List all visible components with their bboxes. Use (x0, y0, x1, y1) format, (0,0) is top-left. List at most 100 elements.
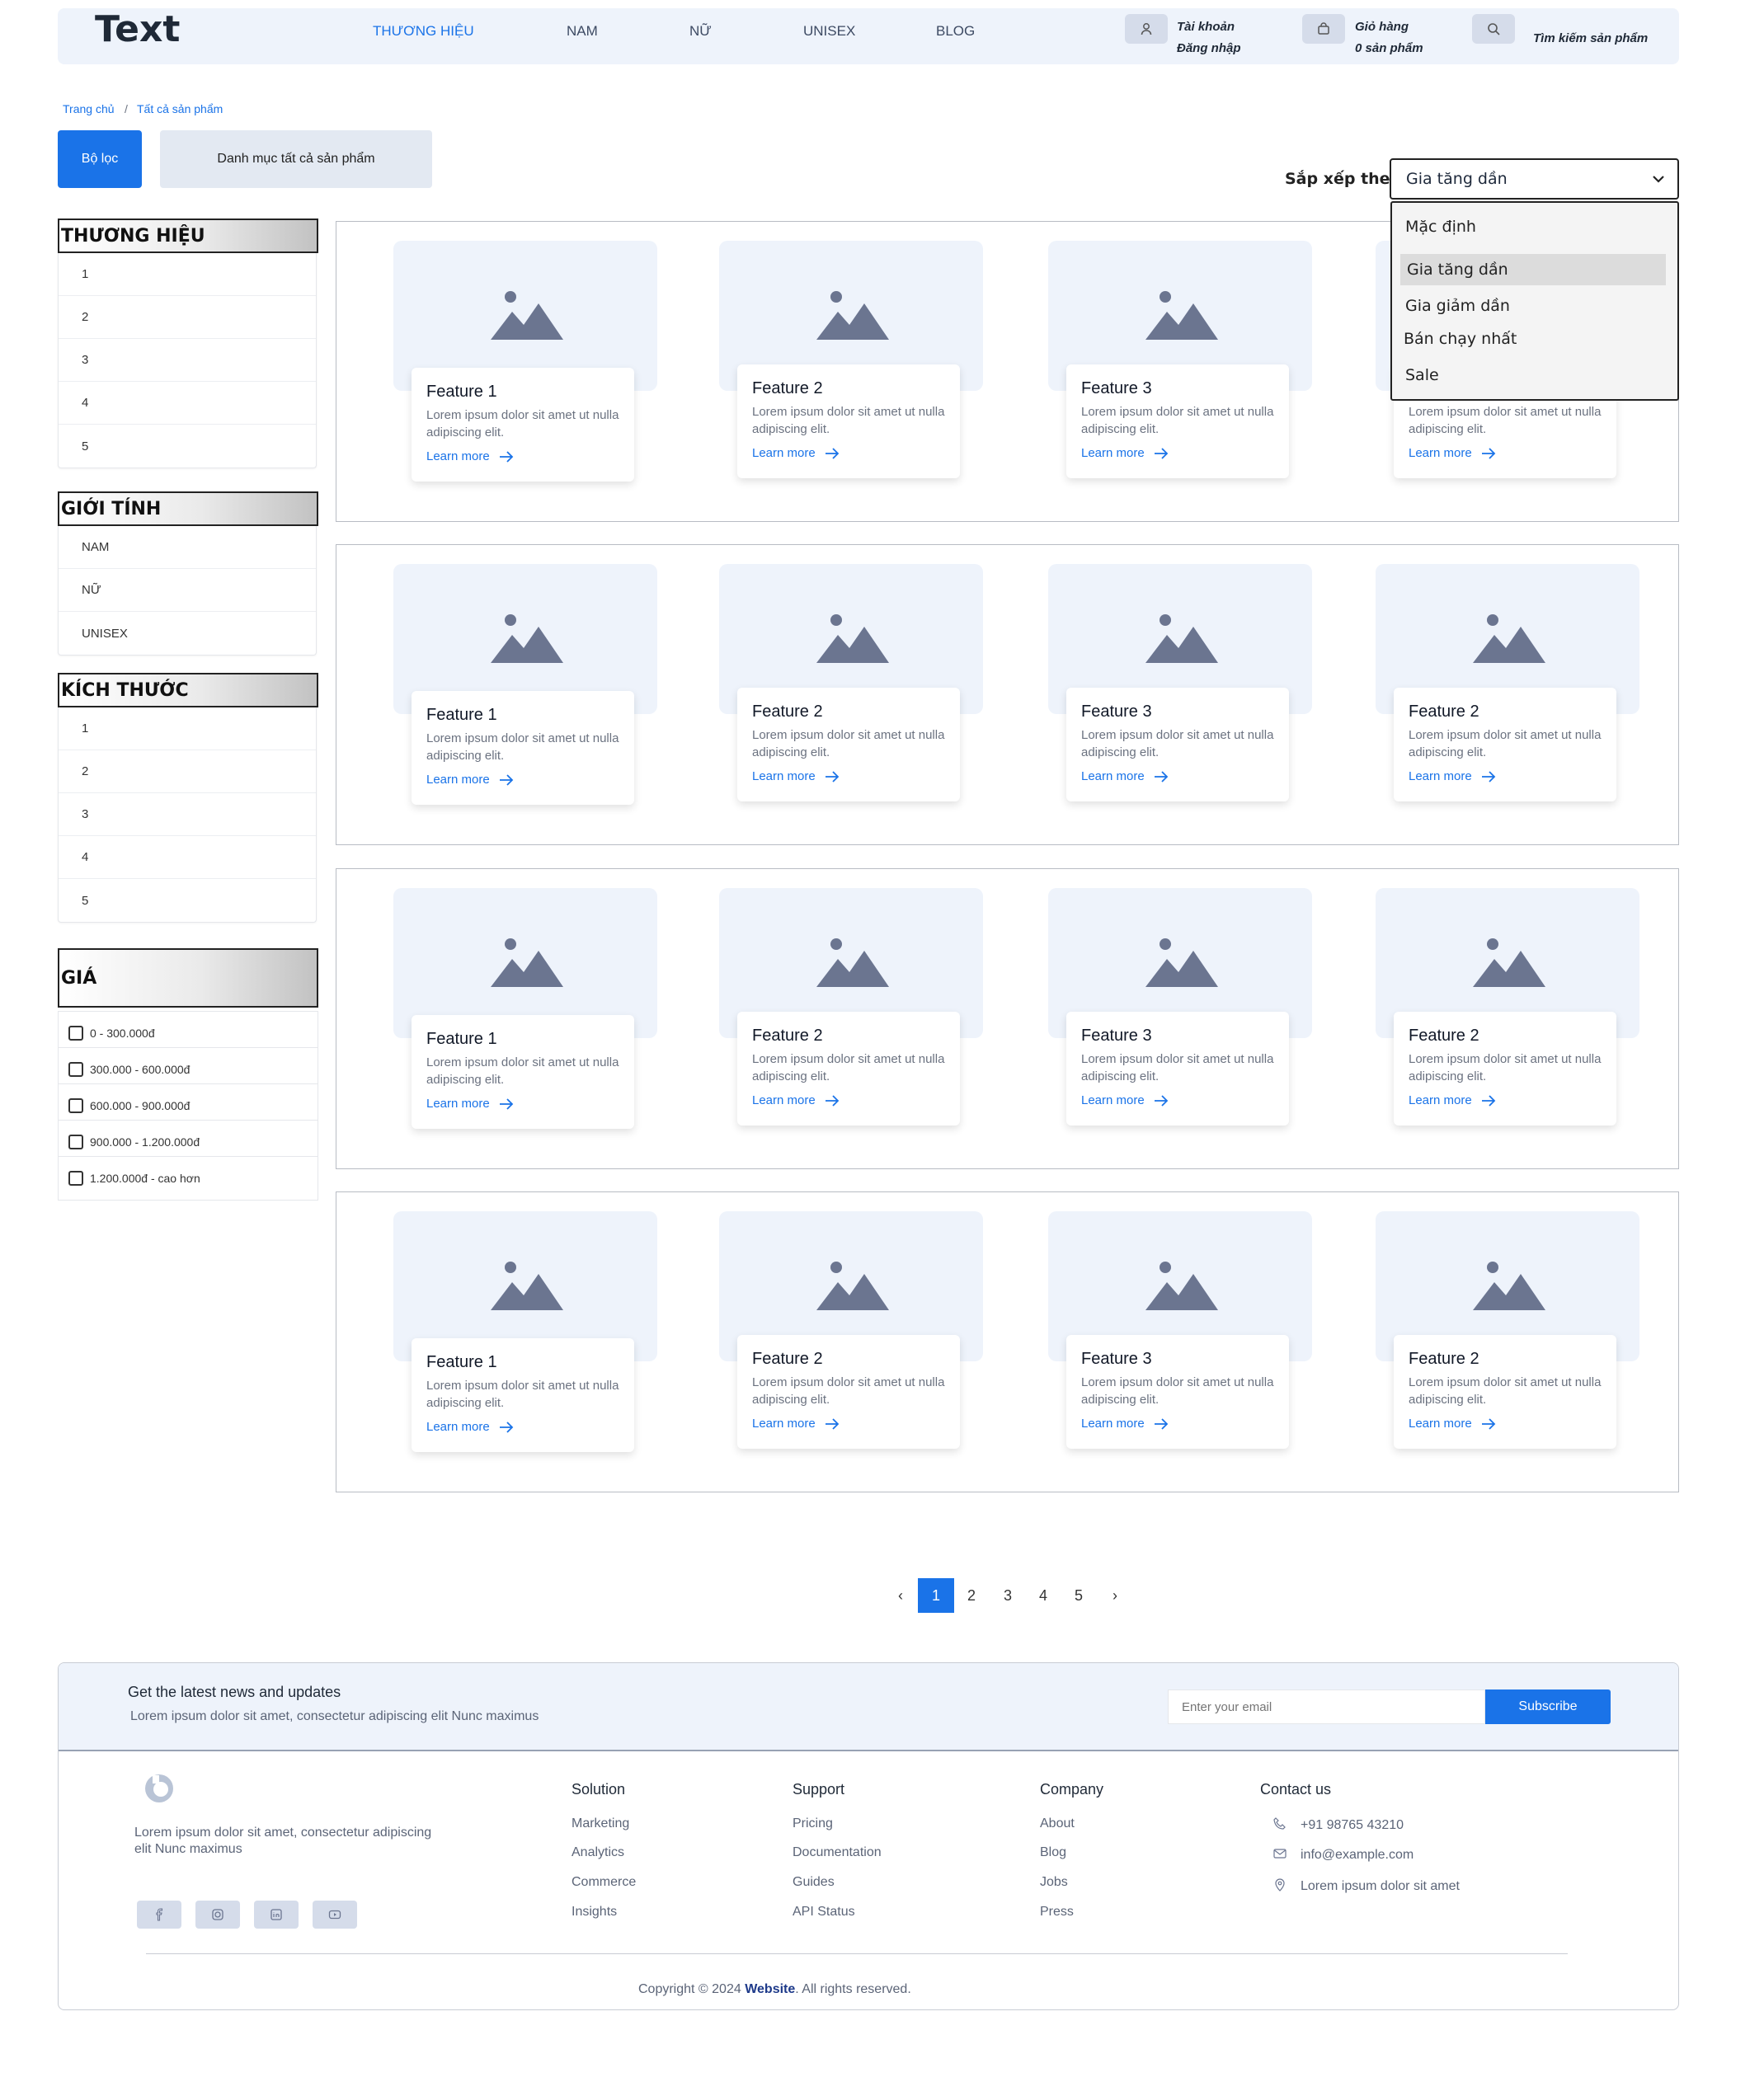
product-title[interactable]: Feature 3 (1081, 379, 1289, 398)
learn-more-link[interactable]: Learn more (1081, 769, 1289, 783)
size-filter-item[interactable]: 3 (59, 793, 316, 836)
brand-filter-item[interactable]: 3 (59, 339, 316, 382)
learn-more-link[interactable]: Learn more (426, 1097, 634, 1111)
price-checkbox[interactable] (68, 1062, 83, 1077)
learn-more-link[interactable]: Learn more (1409, 1093, 1616, 1107)
nav-women[interactable]: NỮ (689, 23, 712, 40)
account-text[interactable]: Tài khoản Đăng nhập (1177, 16, 1241, 59)
product-title[interactable]: Feature 2 (752, 703, 960, 721)
learn-more-link[interactable]: Learn more (1409, 1417, 1616, 1431)
brand-filter-item[interactable]: 4 (59, 382, 316, 425)
gender-filter-item[interactable]: NAM (59, 526, 316, 569)
footer-link-about[interactable]: About (1040, 1816, 1075, 1831)
size-filter-item[interactable]: 4 (59, 836, 316, 879)
product-title[interactable]: Feature 3 (1081, 703, 1289, 721)
sort-option-price-asc[interactable]: Gia tăng dần (1400, 254, 1666, 285)
nav-brand[interactable]: THƯƠNG HIỆU (373, 23, 474, 40)
learn-more-link[interactable]: Learn more (752, 446, 960, 460)
learn-more-link[interactable]: Learn more (752, 1093, 960, 1107)
breadcrumb-home[interactable]: Trang chủ (63, 102, 115, 115)
cart-button[interactable] (1302, 14, 1345, 44)
footer-link-insights[interactable]: Insights (572, 1905, 617, 1920)
account-button[interactable] (1125, 14, 1168, 44)
price-checkbox[interactable] (68, 1135, 83, 1149)
search-label[interactable]: Tìm kiếm sản phẩm (1533, 28, 1648, 49)
sort-option-best-selling[interactable]: Bán chạy nhất (1404, 330, 1517, 348)
product-card[interactable]: Feature 2 Lorem ipsum dolor sit amet ut n… (719, 888, 983, 1135)
learn-more-link[interactable]: Learn more (426, 449, 634, 463)
breadcrumb-current[interactable]: Tất cả sản phẩm (137, 102, 223, 115)
gender-filter-item[interactable]: NỮ (59, 569, 316, 612)
learn-more-link[interactable]: Learn more (1081, 446, 1289, 460)
filter-button[interactable]: Bộ lọc (58, 130, 142, 188)
product-title[interactable]: Feature 1 (426, 706, 634, 725)
pagination-page-2[interactable]: 2 (953, 1578, 990, 1613)
nav-men[interactable]: NAM (567, 23, 598, 40)
copyright-brand[interactable]: Website (745, 1982, 795, 1996)
learn-more-link[interactable]: Learn more (426, 1420, 634, 1434)
product-title[interactable]: Feature 2 (752, 379, 960, 398)
pagination-prev[interactable]: ‹ (882, 1578, 919, 1613)
login-label[interactable]: Đăng nhập (1177, 38, 1241, 59)
product-card[interactable]: Feature 1 Lorem ipsum dolor sit amet ut n… (393, 241, 657, 488)
product-card[interactable]: Feature 2 Lorem ipsum dolor sit amet ut n… (719, 1211, 983, 1459)
product-title[interactable]: Feature 1 (426, 1030, 634, 1049)
linkedin-button[interactable] (254, 1901, 299, 1929)
product-card[interactable]: Feature 3 Lorem ipsum dolor sit amet ut n… (1048, 241, 1312, 488)
product-title[interactable]: Feature 3 (1081, 1027, 1289, 1046)
instagram-button[interactable] (195, 1901, 240, 1929)
price-checkbox[interactable] (68, 1171, 83, 1186)
size-filter-item[interactable]: 5 (59, 879, 316, 922)
product-card[interactable]: Feature 1 Lorem ipsum dolor sit amet ut n… (393, 888, 657, 1135)
gender-filter-item[interactable]: UNISEX (59, 612, 316, 655)
cart-text[interactable]: Giỏ hàng 0 sản phẩm (1355, 16, 1423, 59)
product-title[interactable]: Feature 1 (426, 1353, 634, 1372)
product-card[interactable]: Feature 2 Lorem ipsum dolor sit amet ut n… (1376, 888, 1639, 1135)
newsletter-email-input[interactable] (1168, 1689, 1485, 1724)
learn-more-link[interactable]: Learn more (1409, 446, 1616, 460)
product-title[interactable]: Feature 2 (1409, 1027, 1616, 1046)
sort-option-default[interactable]: Mặc định (1405, 218, 1476, 236)
footer-link-api-status[interactable]: API Status (793, 1905, 855, 1920)
learn-more-link[interactable]: Learn more (752, 1417, 960, 1431)
price-checkbox[interactable] (68, 1026, 83, 1041)
pagination-page-3[interactable]: 3 (990, 1578, 1026, 1613)
learn-more-link[interactable]: Learn more (752, 769, 960, 783)
product-card[interactable]: Feature 2 Lorem ipsum dolor sit amet ut n… (1376, 564, 1639, 811)
learn-more-link[interactable]: Learn more (426, 773, 634, 787)
size-filter-item[interactable]: 1 (59, 707, 316, 750)
subscribe-button[interactable]: Subscribe (1485, 1689, 1611, 1724)
pagination-page-5[interactable]: 5 (1061, 1578, 1097, 1613)
footer-link-marketing[interactable]: Marketing (572, 1816, 629, 1831)
brand-filter-item[interactable]: 2 (59, 296, 316, 339)
site-logo[interactable]: Text (95, 8, 180, 50)
product-title[interactable]: Feature 2 (1409, 1350, 1616, 1369)
learn-more-link[interactable]: Learn more (1081, 1093, 1289, 1107)
pagination-next[interactable]: › (1097, 1578, 1133, 1613)
product-title[interactable]: Feature 1 (426, 383, 634, 402)
product-title[interactable]: Feature 2 (752, 1350, 960, 1369)
product-title[interactable]: Feature 2 (1409, 703, 1616, 721)
footer-link-jobs[interactable]: Jobs (1040, 1875, 1068, 1890)
category-button[interactable]: Danh mục tất cả sản phẩm (160, 130, 432, 188)
size-filter-item[interactable]: 2 (59, 750, 316, 793)
nav-blog[interactable]: BLOG (936, 23, 975, 40)
brand-filter-item[interactable]: 5 (59, 425, 316, 468)
price-filter-item[interactable]: 1.200.000đ - cao hơn (58, 1156, 318, 1201)
product-card[interactable]: Feature 2 Lorem ipsum dolor sit amet ut n… (1376, 1211, 1639, 1459)
footer-link-commerce[interactable]: Commerce (572, 1875, 636, 1890)
product-card[interactable]: Feature 3 Lorem ipsum dolor sit amet ut n… (1048, 564, 1312, 811)
footer-link-blog[interactable]: Blog (1040, 1845, 1066, 1860)
footer-link-analytics[interactable]: Analytics (572, 1845, 624, 1860)
product-card[interactable]: Feature 1 Lorem ipsum dolor sit amet ut n… (393, 564, 657, 811)
price-checkbox[interactable] (68, 1098, 83, 1113)
brand-filter-item[interactable]: 1 (59, 253, 316, 296)
footer-logo-icon[interactable] (143, 1772, 176, 1805)
contact-email[interactable]: info@example.com (1301, 1848, 1414, 1863)
youtube-button[interactable] (313, 1901, 357, 1929)
footer-link-documentation[interactable]: Documentation (793, 1845, 882, 1860)
product-card[interactable]: Feature 2 Lorem ipsum dolor sit amet ut n… (719, 564, 983, 811)
pagination-page-4[interactable]: 4 (1025, 1578, 1061, 1613)
nav-unisex[interactable]: UNISEX (803, 23, 855, 40)
contact-phone[interactable]: +91 98765 43210 (1301, 1818, 1404, 1833)
